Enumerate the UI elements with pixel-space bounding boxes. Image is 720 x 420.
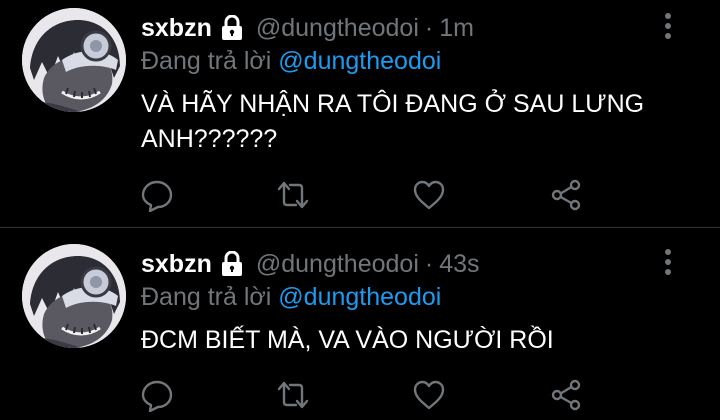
share-icon bbox=[549, 378, 583, 412]
like-button[interactable] bbox=[412, 378, 446, 412]
like-button[interactable] bbox=[412, 178, 446, 212]
tweet-header: sxbzn @dungtheodoi · 43s bbox=[141, 246, 480, 282]
reply-button[interactable] bbox=[140, 178, 174, 212]
timestamp[interactable]: 1m bbox=[439, 14, 474, 43]
replying-to: Đang trả lời @dungtheodoi bbox=[141, 47, 441, 76]
share-button[interactable] bbox=[549, 178, 583, 212]
reply-bubble-icon bbox=[140, 178, 174, 212]
share-button[interactable] bbox=[549, 378, 583, 412]
retweet-button[interactable] bbox=[276, 378, 310, 412]
tweet[interactable]: sxbzn @dungtheodoi · 1m Đang trả lời @du… bbox=[0, 0, 720, 228]
tweet-actions bbox=[0, 374, 720, 414]
replying-to-label: Đang trả lời bbox=[141, 283, 272, 311]
tweet[interactable]: sxbzn @dungtheodoi · 43s Đang trả lời @d… bbox=[0, 228, 720, 420]
retweet-icon bbox=[276, 378, 310, 412]
avatar[interactable] bbox=[22, 244, 126, 348]
heart-icon bbox=[412, 378, 446, 412]
reply-bubble-icon bbox=[140, 378, 174, 412]
share-icon bbox=[549, 178, 583, 212]
tweet-actions bbox=[0, 174, 720, 214]
lock-icon bbox=[220, 250, 244, 277]
heart-icon bbox=[412, 178, 446, 212]
more-vertical-icon[interactable] bbox=[662, 12, 674, 42]
handle[interactable]: @dungtheodoi bbox=[256, 250, 419, 279]
display-name[interactable]: sxbzn bbox=[141, 250, 212, 279]
replying-to-label: Đang trả lời bbox=[141, 47, 272, 75]
replying-to-link[interactable]: @dungtheodoi bbox=[278, 283, 441, 311]
avatar[interactable] bbox=[22, 8, 126, 112]
replying-to: Đang trả lời @dungtheodoi bbox=[141, 283, 441, 312]
more-vertical-icon[interactable] bbox=[662, 248, 674, 278]
retweet-button[interactable] bbox=[276, 178, 310, 212]
tweet-text: ĐCM BIẾT MÀ, VA VÀO NGƯỜI RỒI bbox=[141, 326, 554, 354]
reply-button[interactable] bbox=[140, 378, 174, 412]
separator-dot: · bbox=[424, 249, 434, 278]
handle[interactable]: @dungtheodoi bbox=[256, 14, 419, 43]
timestamp[interactable]: 43s bbox=[439, 250, 479, 279]
replying-to-link[interactable]: @dungtheodoi bbox=[278, 47, 441, 75]
display-name[interactable]: sxbzn bbox=[141, 14, 212, 43]
retweet-icon bbox=[276, 178, 310, 212]
tweet-text: VÀ HÃY NHẬN RA TÔI ĐANG Ở SAU LƯNG ANH??… bbox=[141, 90, 645, 153]
separator-dot: · bbox=[424, 13, 434, 42]
tweet-header: sxbzn @dungtheodoi · 1m bbox=[141, 10, 474, 46]
lock-icon bbox=[220, 14, 244, 41]
